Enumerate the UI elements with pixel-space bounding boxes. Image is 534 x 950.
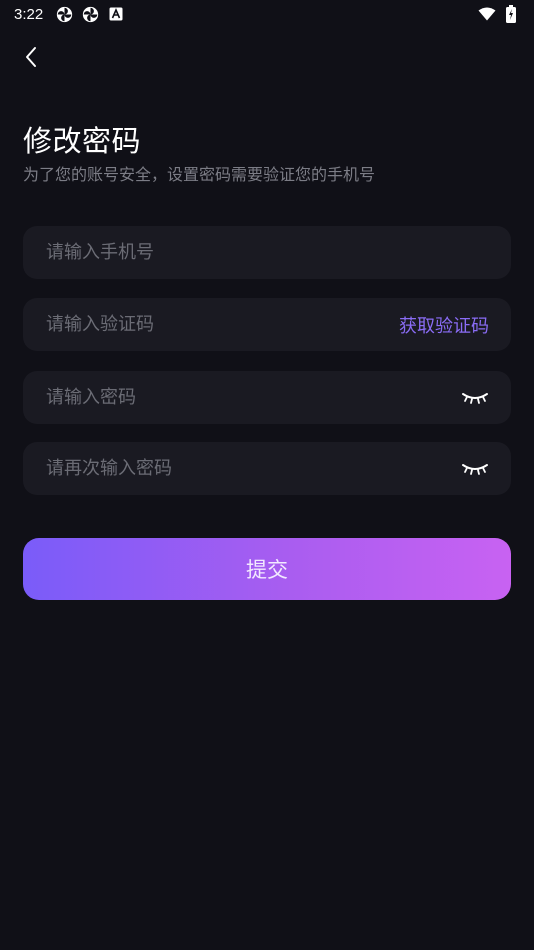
a-box-icon bbox=[107, 5, 125, 23]
change-password-screen: 3:22 修改密码 为了您的账号安全，设置密码需要验证您的手机号 请输入手机号 … bbox=[0, 0, 534, 950]
eye-closed-icon bbox=[462, 463, 488, 475]
confirm-password-visibility-toggle[interactable] bbox=[461, 459, 489, 479]
submit-button[interactable]: 提交 bbox=[23, 538, 511, 600]
confirm-password-field bbox=[23, 442, 511, 495]
pinwheel-icon bbox=[81, 5, 99, 23]
battery-charging-icon bbox=[502, 5, 520, 23]
code-field: 获取验证码 bbox=[23, 298, 511, 351]
password-input[interactable] bbox=[46, 387, 461, 408]
verification-code-input[interactable] bbox=[46, 314, 399, 335]
pinwheel-icon bbox=[55, 5, 73, 23]
back-button[interactable] bbox=[16, 42, 46, 72]
confirm-password-input[interactable] bbox=[46, 458, 461, 479]
phone-input[interactable] bbox=[46, 242, 489, 263]
chevron-left-icon bbox=[26, 47, 36, 67]
status-left: 3:22 bbox=[14, 5, 125, 23]
get-code-button[interactable]: 获取验证码 bbox=[399, 312, 489, 338]
status-right bbox=[478, 5, 520, 23]
page-subtitle: 为了您的账号安全，设置密码需要验证您的手机号 bbox=[23, 165, 376, 184]
eye-closed-icon bbox=[462, 392, 488, 404]
page-title: 修改密码 bbox=[23, 124, 142, 158]
phone-field bbox=[23, 226, 511, 279]
password-field bbox=[23, 371, 511, 424]
status-bar: 3:22 bbox=[0, 0, 534, 28]
password-visibility-toggle[interactable] bbox=[461, 388, 489, 408]
wifi-icon bbox=[478, 5, 496, 23]
status-time: 3:22 bbox=[14, 5, 44, 23]
